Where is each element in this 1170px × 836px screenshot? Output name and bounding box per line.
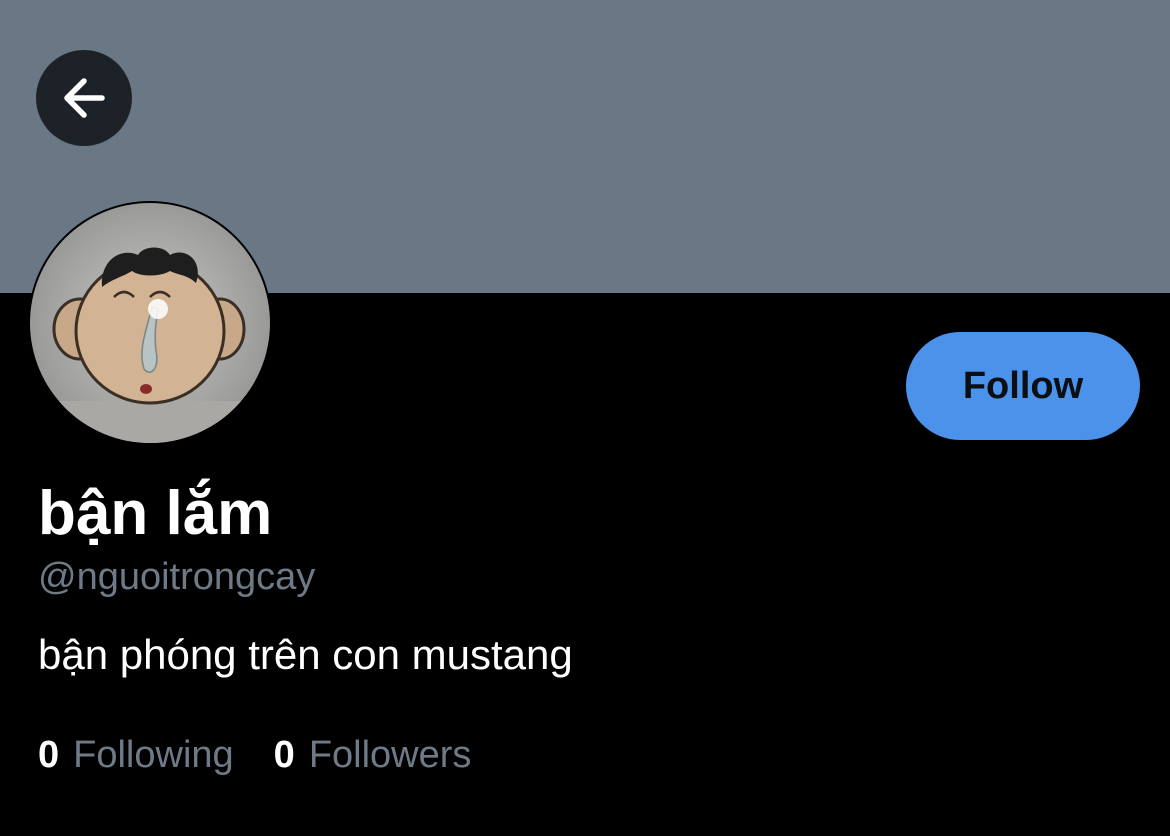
handle: @nguoitrongcay [38, 556, 316, 598]
bio: bận phóng trên con mustang [38, 631, 573, 678]
followers-count: 0 [273, 734, 295, 776]
avatar[interactable] [28, 201, 272, 445]
back-button[interactable] [36, 50, 132, 146]
following-count: 0 [38, 734, 60, 776]
follow-button[interactable]: Follow [906, 332, 1140, 440]
following-label: Following [73, 734, 234, 776]
followers-stat[interactable]: 0 Followers [274, 730, 472, 780]
avatar-image [30, 203, 270, 443]
profile-stats: 0 Following 0 Followers [38, 730, 471, 780]
display-name: bận lắm [38, 479, 273, 548]
arrow-left-icon [64, 78, 105, 118]
followers-label: Followers [308, 734, 472, 776]
following-stat[interactable]: 0 Following [38, 730, 234, 780]
